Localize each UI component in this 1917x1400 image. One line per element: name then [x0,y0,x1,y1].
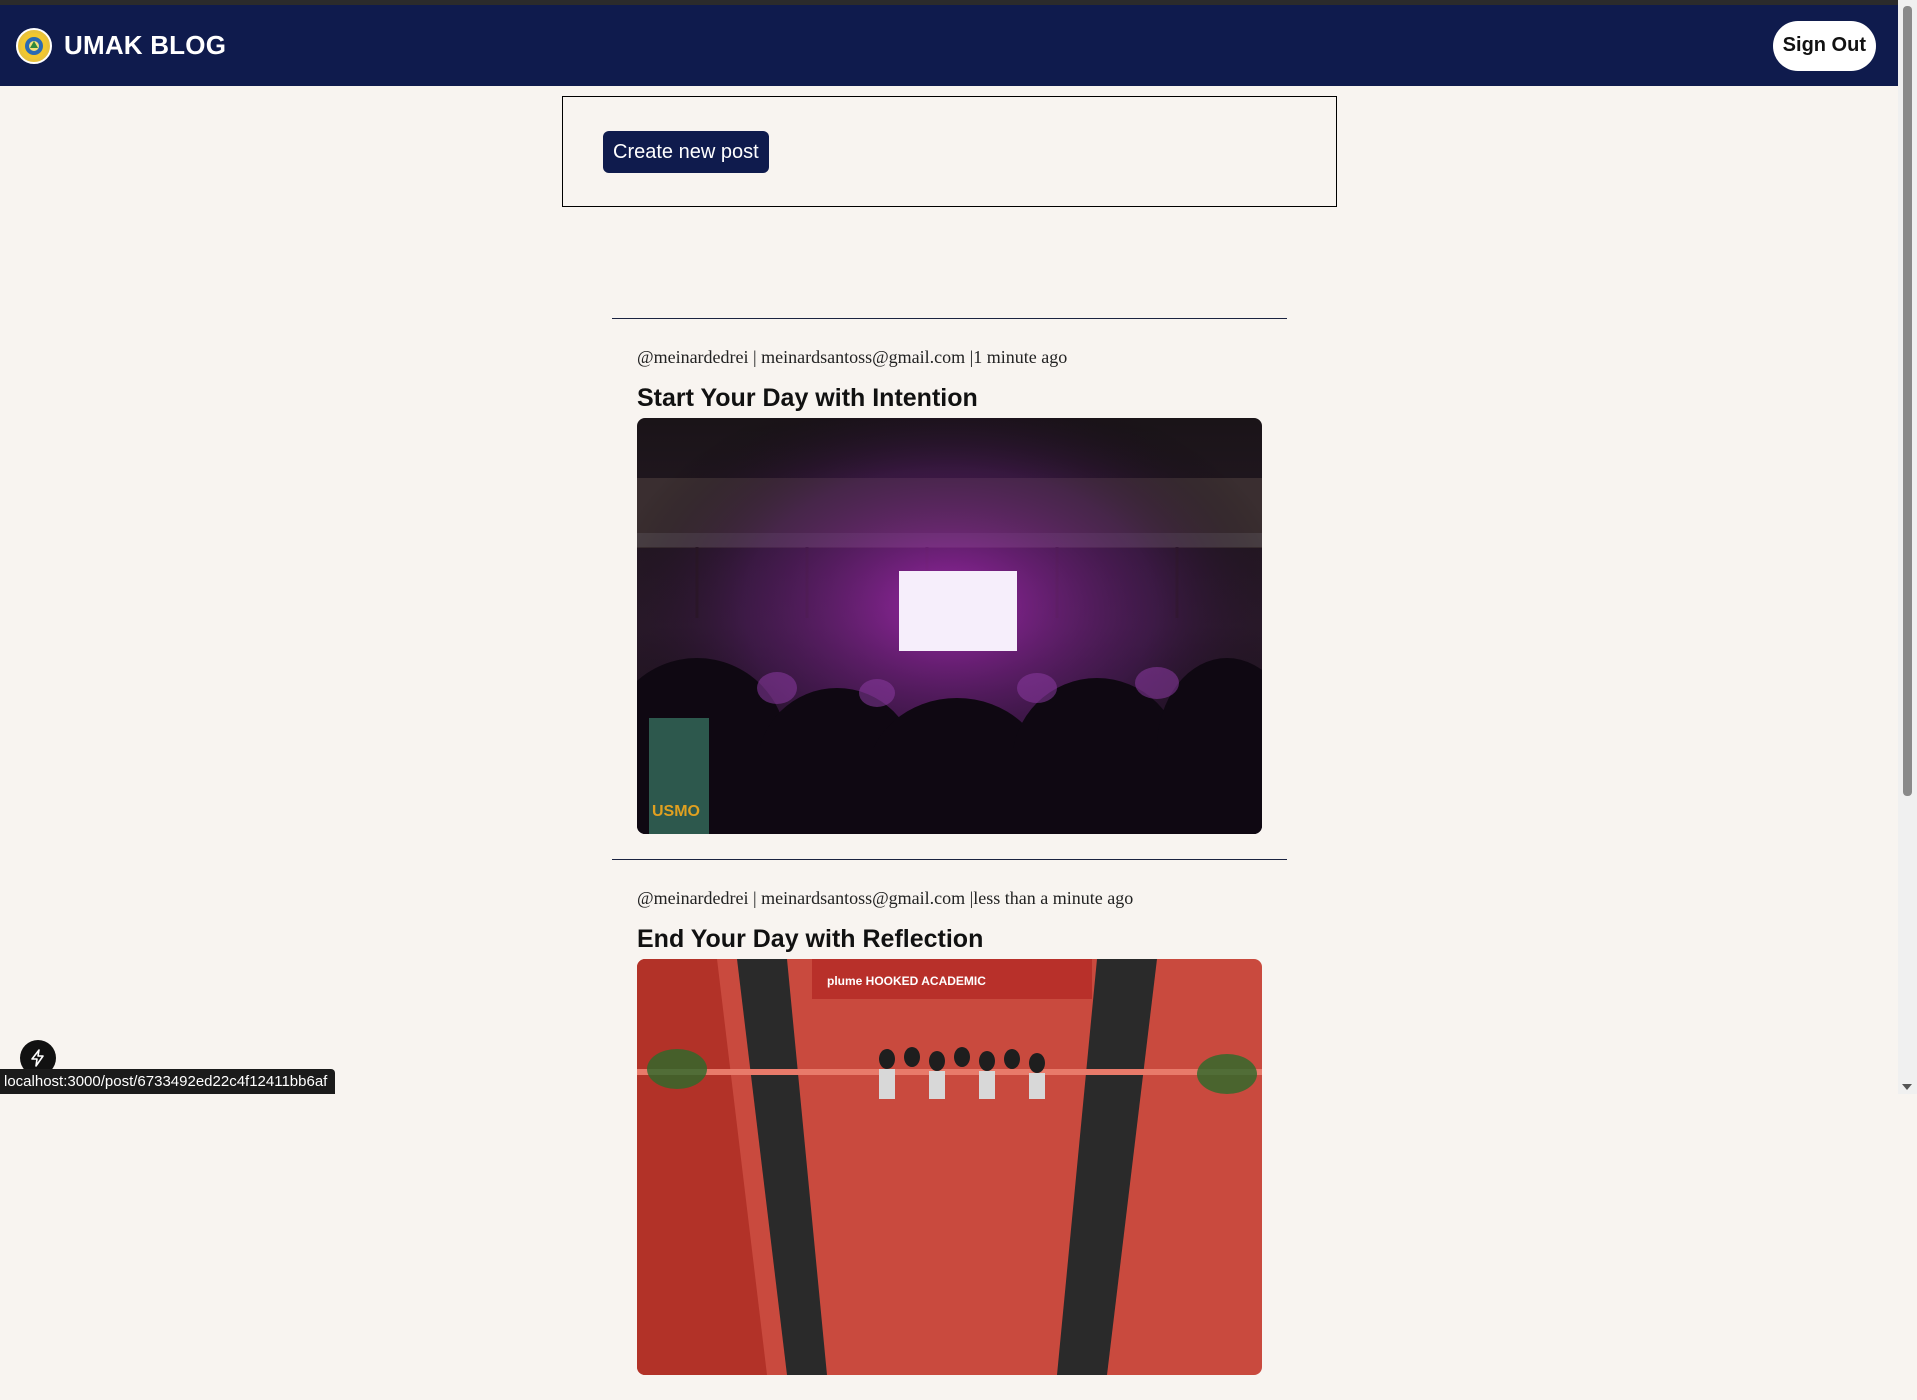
post-image[interactable]: plume HOOKED ACADEMIC [637,959,1262,1375]
usmo-watermark: USMO [652,803,700,820]
scrollbar-thumb[interactable] [1903,6,1912,796]
status-bar-url: localhost:3000/post/6733492ed22c4f12411b… [0,1069,336,1094]
post-card[interactable]: @meinardedrei | meinardsantoss@gmail.com… [612,318,1287,859]
post-meta: @meinardedrei | meinardsantoss@gmail.com… [637,888,1134,908]
sign-out-button[interactable]: Sign Out [1772,20,1876,71]
post-title[interactable]: Start Your Day with Intention [637,383,1262,413]
brand[interactable]: UMAK BLOG [16,27,227,64]
create-new-post-button[interactable]: Create new post [603,131,769,173]
post-image[interactable]: USMO [637,418,1262,834]
post-meta: @meinardedrei | meinardsantoss@gmail.com… [637,347,1068,367]
post-title[interactable]: End Your Day with Reflection [637,924,1262,954]
page-scrollbar[interactable] [1898,0,1917,1094]
umak-logo [16,27,52,64]
scroll-down-arrow-icon[interactable] [1902,1084,1912,1090]
post-feed: @meinardedrei | meinardsantoss@gmail.com… [612,318,1287,1400]
event-banner-text: plume HOOKED ACADEMIC [827,974,986,988]
brand-name: UMAK BLOG [64,30,227,60]
lightning-icon [31,1049,44,1067]
create-post-card: Create new post [562,96,1337,207]
navbar: UMAK BLOG Sign Out [0,5,1898,86]
post-card[interactable]: @meinardedrei | meinardsantoss@gmail.com… [612,859,1287,1400]
